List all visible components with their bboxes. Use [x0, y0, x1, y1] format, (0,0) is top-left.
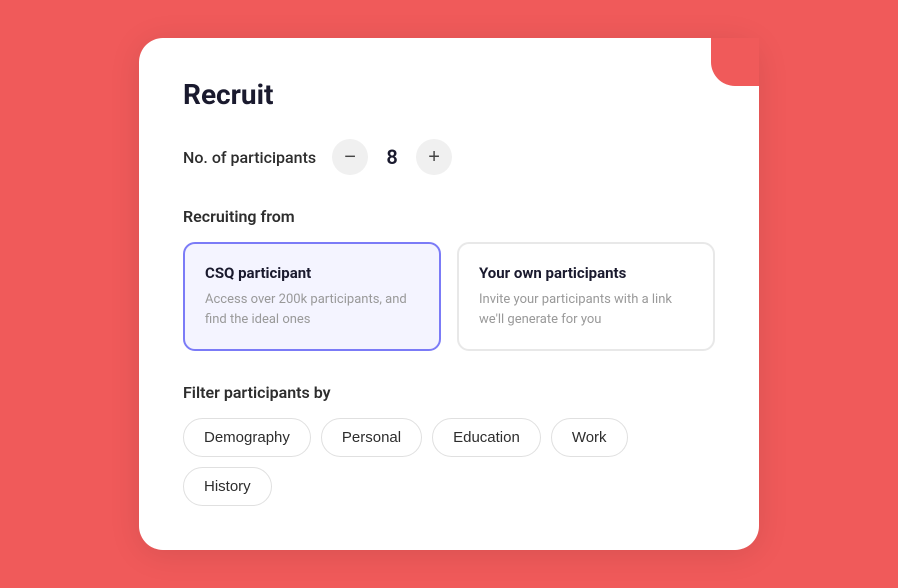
option-own-desc: Invite your participants with a link we'…	[479, 290, 693, 329]
participants-row: No. of participants − 8 +	[183, 139, 715, 175]
participants-value: 8	[382, 145, 402, 169]
option-csq-desc: Access over 200k participants, and find …	[205, 290, 419, 329]
filter-tag-education[interactable]: Education	[432, 418, 541, 457]
recruit-card: Recruit No. of participants − 8 + Recrui…	[139, 38, 759, 550]
filter-tag-work[interactable]: Work	[551, 418, 628, 457]
option-csq-title: CSQ participant	[205, 264, 419, 282]
option-own[interactable]: Your own participants Invite your partic…	[457, 242, 715, 351]
participants-stepper: − 8 +	[332, 139, 452, 175]
filter-tag-personal[interactable]: Personal	[321, 418, 422, 457]
filter-section-label: Filter participants by	[183, 383, 715, 402]
recruiting-from-label: Recruiting from	[183, 207, 715, 226]
card-title: Recruit	[183, 78, 715, 111]
filter-tag-history[interactable]: History	[183, 467, 272, 506]
participants-label: No. of participants	[183, 148, 316, 167]
increment-button[interactable]: +	[416, 139, 452, 175]
option-own-title: Your own participants	[479, 264, 693, 282]
filter-tags: Demography Personal Education Work Histo…	[183, 418, 715, 506]
decrement-button[interactable]: −	[332, 139, 368, 175]
filter-tag-demography[interactable]: Demography	[183, 418, 311, 457]
option-csq[interactable]: CSQ participant Access over 200k partici…	[183, 242, 441, 351]
recruit-options: CSQ participant Access over 200k partici…	[183, 242, 715, 351]
